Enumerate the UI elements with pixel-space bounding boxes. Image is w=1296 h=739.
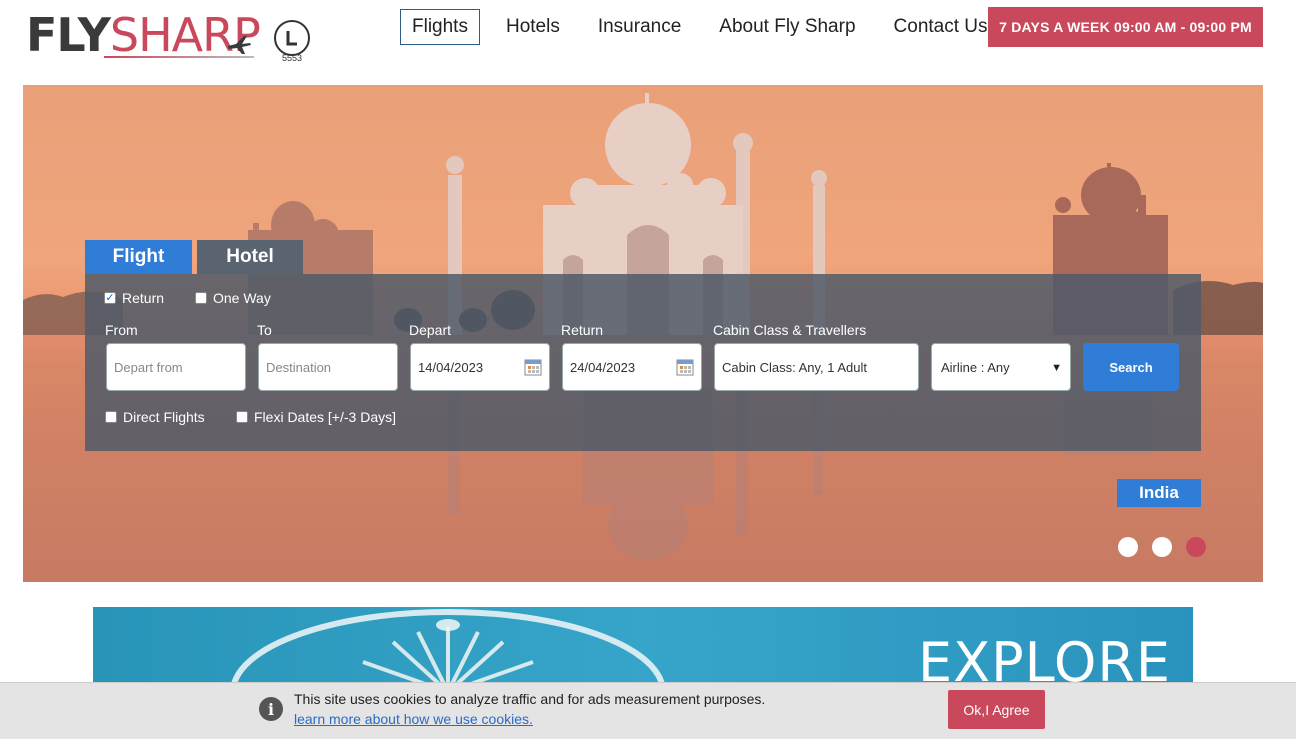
slider-dot-2[interactable] [1152,537,1172,557]
explore-title: EXPLORE [918,631,1171,687]
direct-flights-checkbox[interactable] [105,411,117,423]
cookie-agree-button[interactable]: Ok,I Agree [948,690,1045,729]
return-option[interactable]: ✓ Return [104,290,164,306]
airplane-icon [228,36,251,54]
destination-input[interactable]: Destination [258,343,398,391]
from-label: From [105,322,138,338]
chevron-down-icon: ▼ [1051,362,1062,374]
depart-date-value: 14/04/2023 [418,359,484,375]
flexi-dates-label: Flexi Dates [+/-3 Days] [254,409,396,425]
main-nav: Flights Hotels Insurance About Fly Sharp… [400,9,1014,45]
return-option-label: Return [122,290,165,306]
cabin-travellers-input[interactable]: Cabin Class: Any, 1 Adult [714,343,919,391]
logo-fly: FLY [26,8,111,62]
to-label: To [257,322,272,338]
tab-flight[interactable]: Flight [85,240,192,274]
nav-insurance[interactable]: Insurance [586,9,693,45]
airline-select-value: Airline : Any [941,359,1010,375]
return-date-value: 24/04/2023 [570,359,636,375]
return-date-input[interactable]: 24/04/2023 [562,343,702,391]
opening-hours-badge[interactable]: 7 DAYS A WEEK 09:00 AM - 09:00 PM [988,7,1263,47]
tab-hotel[interactable]: Hotel [197,240,303,274]
one-way-checkbox[interactable] [195,292,207,304]
nav-about[interactable]: About Fly Sharp [707,9,867,45]
atol-badge: 5553 [272,20,312,64]
atol-number: 5553 [281,53,303,63]
site-header: FLYSHARP 5553 Flights Hotels Insurance A… [0,0,1296,84]
nav-contact[interactable]: Contact Us [882,9,1000,45]
airline-select[interactable]: Airline : Any ▼ [931,343,1071,391]
cabin-label: Cabin Class & Travellers [713,322,867,338]
one-way-option[interactable]: One Way [195,290,271,306]
return-label: Return [561,322,604,338]
one-way-option-label: One Way [213,290,271,306]
explore-banner[interactable]: EXPLORE [93,607,1193,687]
cookie-consent-bar: i This site uses cookies to analyze traf… [0,682,1296,739]
slider-dot-3[interactable] [1186,537,1206,557]
nav-flights[interactable]: Flights [400,9,480,45]
depart-date-input[interactable]: 14/04/2023 [410,343,550,391]
logo-text: FLYSHARP [26,8,261,62]
cookie-policy-link[interactable]: learn more about how we use cookies. [294,711,533,727]
slider-dot-1[interactable] [1118,537,1138,557]
destination-caption: India [1117,479,1201,507]
depart-label: Depart [409,322,452,338]
atol-logo-icon [274,20,310,56]
direct-flights-label: Direct Flights [123,409,205,425]
search-button[interactable]: Search [1083,343,1179,391]
flysharp-logo[interactable]: FLYSHARP [26,10,261,65]
logo-swoosh [104,56,254,58]
nav-hotels[interactable]: Hotels [494,9,572,45]
direct-flights-option[interactable]: Direct Flights [105,409,205,425]
flexi-dates-checkbox[interactable] [236,411,248,423]
calendar-icon[interactable] [524,358,542,376]
info-icon: i [259,697,283,721]
flexi-dates-option[interactable]: Flexi Dates [+/-3 Days] [236,409,396,425]
cookie-message: This site uses cookies to analyze traffi… [294,691,766,707]
calendar-icon[interactable] [676,358,694,376]
return-checkbox[interactable]: ✓ [104,292,116,304]
depart-from-input[interactable]: Depart from [106,343,246,391]
